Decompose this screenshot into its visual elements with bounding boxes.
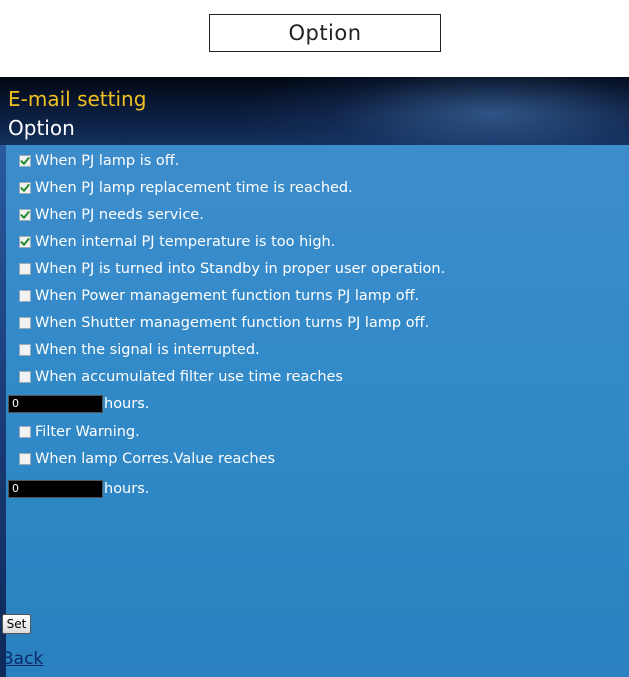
checkmark-icon: [20, 184, 30, 192]
checkbox-checked[interactable]: [19, 209, 31, 221]
checkmark-icon: [20, 238, 30, 246]
filter-hours-unit: hours.: [104, 396, 150, 412]
option-power-management[interactable]: When Power management function turns PJ …: [19, 286, 419, 306]
checkbox[interactable]: [19, 344, 31, 356]
page-subtitle: Option: [8, 116, 75, 140]
checkbox-checked[interactable]: [19, 182, 31, 194]
option-label: When the signal is interrupted.: [35, 342, 260, 358]
option-filter-use-time[interactable]: When accumulated filter use time reaches: [19, 367, 343, 387]
option-label: When accumulated filter use time reaches: [35, 369, 343, 385]
checkbox[interactable]: [19, 426, 31, 438]
checkbox[interactable]: [19, 290, 31, 302]
option-label: When PJ lamp replacement time is reached…: [35, 180, 353, 196]
option-lamp-corres-value[interactable]: When lamp Corres.Value reaches: [19, 449, 275, 469]
panel-header: E-mail setting Option: [0, 77, 629, 167]
email-option-panel: E-mail setting Option When PJ lamp is of…: [0, 77, 629, 677]
option-label: When PJ needs service.: [35, 207, 204, 223]
option-label: Filter Warning.: [35, 424, 140, 440]
filter-hours-input[interactable]: 0: [8, 395, 103, 413]
option-label: When lamp Corres.Value reaches: [35, 451, 276, 467]
lamp-hours-input[interactable]: 0: [8, 480, 103, 498]
option-standby[interactable]: When PJ is turned into Standby in proper…: [19, 259, 445, 279]
option-label: When Power management function turns PJ …: [35, 288, 420, 304]
option-filter-warning[interactable]: Filter Warning.: [19, 422, 140, 442]
page-caption: Option: [209, 14, 441, 52]
checkbox[interactable]: [19, 263, 31, 275]
checkmark-icon: [20, 157, 30, 165]
lamp-hours-unit: hours.: [104, 481, 150, 497]
page-title: E-mail setting: [8, 87, 147, 111]
option-lamp-off[interactable]: When PJ lamp is off.: [19, 151, 179, 171]
option-needs-service[interactable]: When PJ needs service.: [19, 205, 204, 225]
option-temperature-high[interactable]: When internal PJ temperature is too high…: [19, 232, 335, 252]
checkmark-icon: [20, 211, 30, 219]
option-lamp-replacement[interactable]: When PJ lamp replacement time is reached…: [19, 178, 353, 198]
option-shutter-management[interactable]: When Shutter management function turns P…: [19, 313, 429, 333]
option-label: When PJ is turned into Standby in proper…: [35, 261, 446, 277]
option-label: When Shutter management function turns P…: [35, 315, 430, 331]
set-button[interactable]: Set: [2, 614, 31, 634]
checkbox[interactable]: [19, 317, 31, 329]
option-label: When PJ lamp is off.: [35, 153, 180, 169]
checkbox-checked[interactable]: [19, 236, 31, 248]
checkbox[interactable]: [19, 371, 31, 383]
option-signal-interrupted[interactable]: When the signal is interrupted.: [19, 340, 260, 360]
checkbox-checked[interactable]: [19, 155, 31, 167]
back-link[interactable]: Back: [2, 649, 43, 669]
option-label: When internal PJ temperature is too high…: [35, 234, 336, 250]
options-content: When PJ lamp is off. When PJ lamp replac…: [6, 145, 629, 677]
checkbox[interactable]: [19, 453, 31, 465]
